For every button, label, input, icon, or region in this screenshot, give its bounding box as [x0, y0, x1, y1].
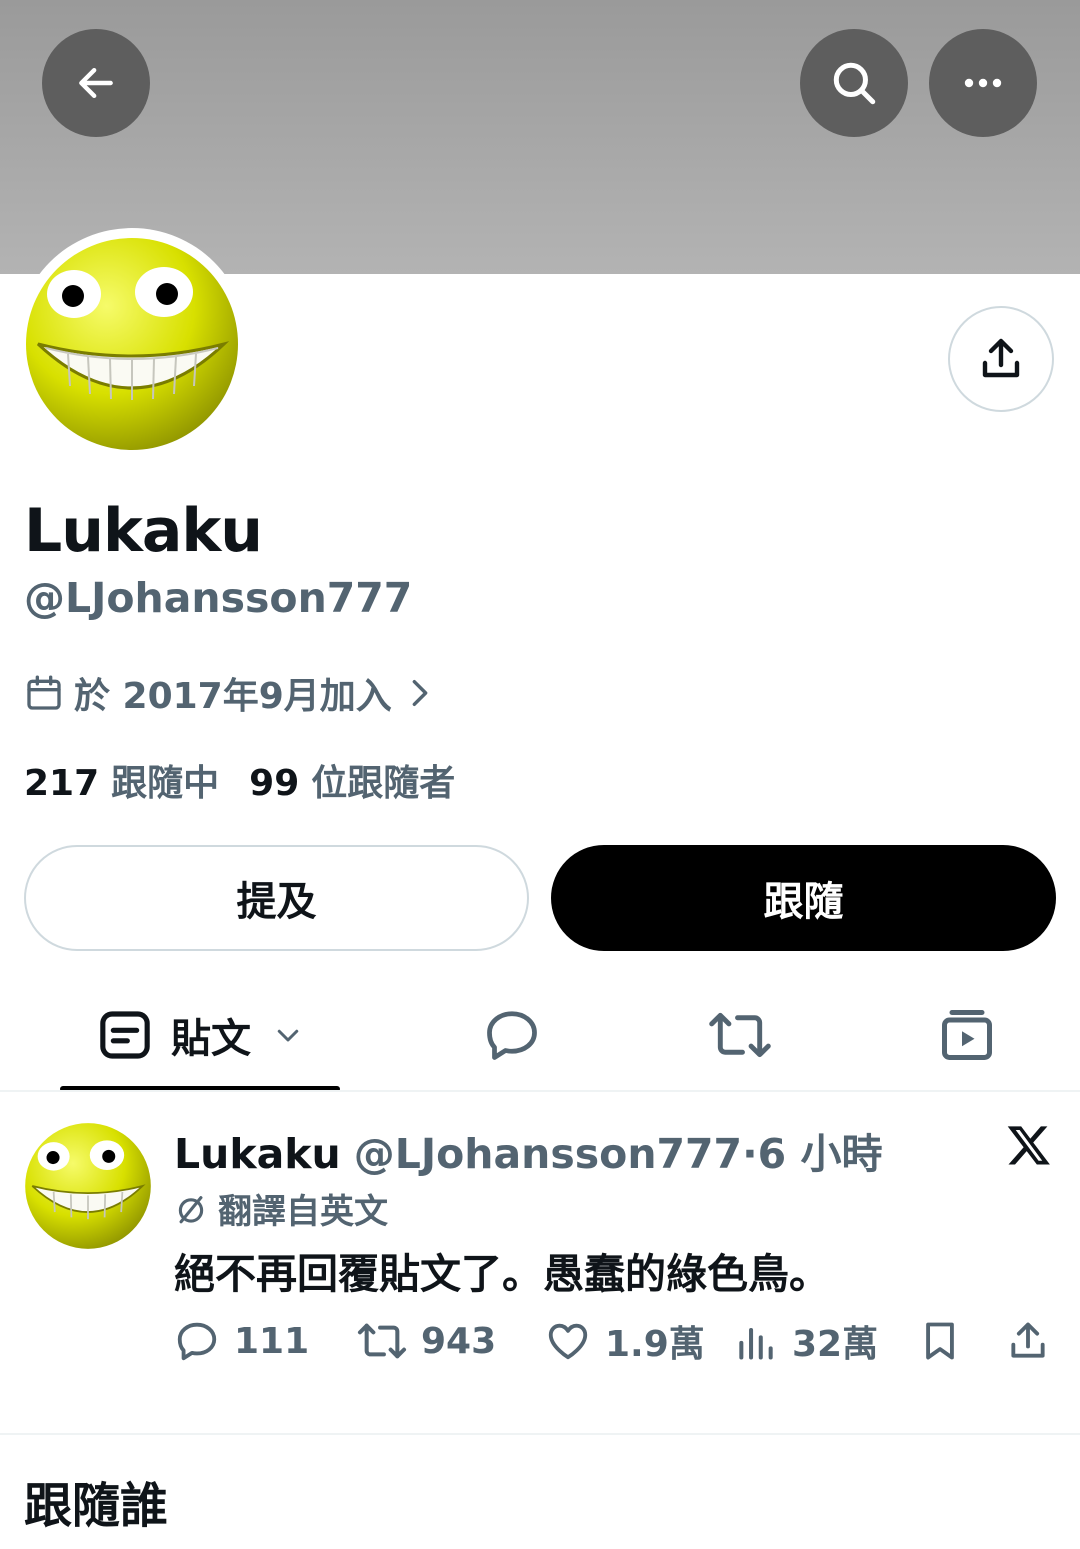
post-text: 絕不再回覆貼文了。愚蠢的綠色鳥。	[174, 1250, 830, 1298]
followers-label[interactable]: 位跟隨者	[311, 754, 455, 806]
translated-indicator[interactable]: 翻譯自英文	[174, 1184, 388, 1233]
follow-button[interactable]: 跟隨	[551, 845, 1056, 951]
search-button[interactable]	[800, 29, 908, 137]
share-upload-icon	[982, 338, 1020, 378]
joined-date-link[interactable]: 於 2017年9月加入	[24, 670, 444, 717]
repost-icon	[357, 1323, 407, 1359]
view-count: 32萬	[792, 1324, 879, 1365]
reply-count: 111	[234, 1320, 310, 1362]
more-horizontal-icon	[964, 78, 1002, 88]
tab-reposts[interactable]	[690, 990, 790, 1080]
avatar[interactable]	[24, 236, 240, 452]
heart-icon	[548, 1323, 588, 1360]
like-count: 1.9萬	[605, 1324, 705, 1365]
who-to-follow-heading: 跟隨誰	[24, 1478, 169, 1534]
post-author-name[interactable]: Lukaku	[174, 1130, 341, 1178]
x-logo-icon	[1007, 1126, 1050, 1165]
search-icon	[833, 62, 876, 105]
profile-display-name: Lukaku	[24, 496, 263, 566]
joined-date-text: 於 2017年9月加入	[74, 676, 392, 717]
like-button[interactable]: 1.9萬	[545, 1314, 705, 1368]
reply-bubble-icon	[487, 1011, 537, 1060]
reply-icon	[177, 1322, 217, 1361]
tab-posts[interactable]: 貼文	[60, 990, 340, 1080]
post-time[interactable]: 6 小時	[758, 1130, 883, 1178]
profile-handle: @LJohansson777	[24, 574, 413, 622]
post-header: Lukaku @LJohansson777·6 小時	[174, 1120, 882, 1180]
chevron-right-icon	[412, 679, 428, 707]
views-button[interactable]: 32萬	[734, 1314, 878, 1368]
following-label[interactable]: 跟隨中	[111, 754, 219, 806]
follow-stats: 217 跟隨中 99 位跟隨者	[24, 754, 485, 806]
followers-count[interactable]: 99	[249, 763, 299, 804]
translated-label: 翻譯自英文	[218, 1192, 388, 1232]
reply-button[interactable]: 111	[174, 1314, 309, 1368]
post-actions: 111 943 1.9萬 32萬	[0, 1314, 1080, 1368]
posts-icon	[100, 1011, 150, 1059]
more-options-button[interactable]	[929, 29, 1037, 137]
post-author-handle[interactable]: @LJohansson777	[354, 1130, 742, 1178]
tab-media[interactable]	[917, 990, 1017, 1080]
post-time-separator: ·	[742, 1130, 758, 1178]
share-profile-button[interactable]	[948, 306, 1054, 412]
repost-button[interactable]: 943	[357, 1314, 496, 1368]
bookmark-button[interactable]	[918, 1314, 976, 1368]
tab-replies[interactable]	[462, 990, 562, 1080]
chevron-down-icon[interactable]	[273, 1020, 303, 1050]
bookmark-icon	[926, 1322, 954, 1360]
post-divider	[0, 1433, 1080, 1435]
calendar-icon	[27, 675, 61, 710]
post-author-avatar[interactable]	[24, 1122, 152, 1250]
repost-icon	[709, 1012, 771, 1058]
share-post-button[interactable]	[1006, 1314, 1064, 1368]
repost-count: 943	[421, 1320, 497, 1362]
mention-button[interactable]: 提及	[24, 845, 529, 951]
profile-tabs: 貼文	[0, 990, 1080, 1092]
media-icon	[942, 1010, 992, 1060]
post-card[interactable]: Lukaku @LJohansson777·6 小時 翻譯自英文 絕不再回覆貼文…	[0, 1092, 1080, 1434]
tab-posts-label: 貼文	[171, 1016, 251, 1062]
following-count[interactable]: 217	[24, 763, 99, 804]
back-button[interactable]	[42, 29, 150, 137]
share-icon	[1011, 1322, 1045, 1358]
translate-icon	[178, 1195, 204, 1223]
arrow-left-icon	[79, 67, 113, 99]
analytics-icon	[739, 1327, 773, 1360]
